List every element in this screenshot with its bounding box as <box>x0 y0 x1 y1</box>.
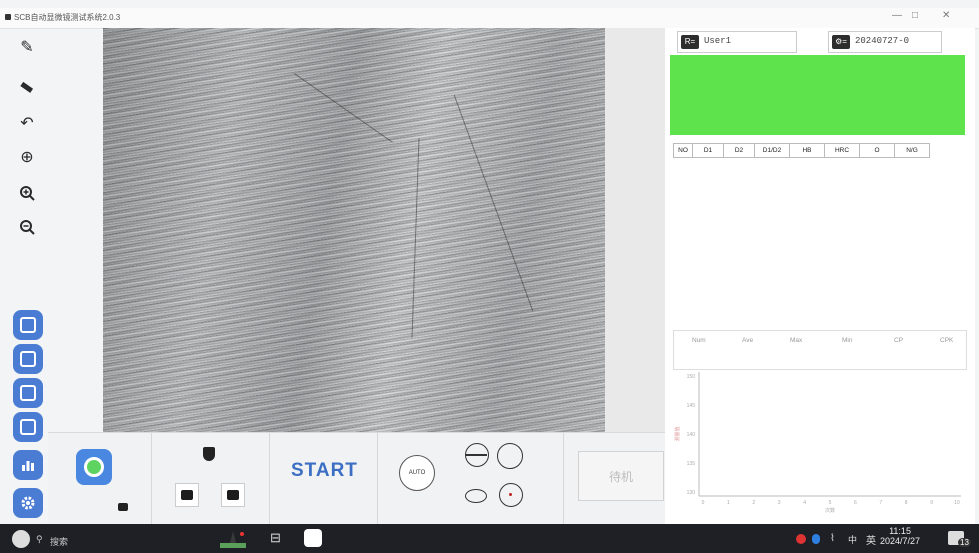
viewer-margin <box>605 28 665 432</box>
clock[interactable]: 11:15 2024/7/27 <box>880 526 920 546</box>
ime-indicator[interactable]: 英 <box>866 532 876 547</box>
capture-button[interactable] <box>76 449 112 485</box>
volume-icon[interactable]: 中 <box>848 533 857 546</box>
objective-low-button[interactable] <box>175 483 199 507</box>
objective-lens-icon <box>203 447 215 461</box>
hardness-trend-chart: 150 145 140 135 130 0 1 2 3 4 5 6 7 8 9 10 测量值次数 <box>674 372 961 514</box>
settings-id-icon: ⚙= <box>832 35 850 49</box>
col-hrc: HRC <box>824 143 860 158</box>
x-tick-label: 1 <box>727 500 730 506</box>
save-button[interactable] <box>13 378 43 408</box>
objective-section <box>151 433 270 525</box>
app-taskbar-icon[interactable] <box>304 529 322 547</box>
tray-app-icon[interactable] <box>796 534 806 544</box>
results-panel: R= User1 ⚙= 20240727-0 NO D1 D2 D1/D2 HB… <box>665 28 975 524</box>
taskbar-widget-icon[interactable] <box>218 529 248 549</box>
date-code: 20240727-0 <box>855 36 910 46</box>
app-screen: SCB自动显微镜测试系统2.0.3 — □ ✕ ✎ ↶ ⊕ START AUTO… <box>0 0 979 553</box>
window-layout-button[interactable] <box>13 310 43 340</box>
col-ng: N/G <box>894 143 930 158</box>
export-button[interactable] <box>13 412 43 442</box>
x-tick-label: 5 <box>829 500 832 506</box>
x-tick-label: 6 <box>854 500 857 506</box>
col-d2: D2 <box>723 143 755 158</box>
statistics-button[interactable] <box>13 450 43 480</box>
x-tick-label: 8 <box>905 500 908 506</box>
left-toolbar: ✎ ↶ ⊕ <box>8 30 48 530</box>
x-tick-label: 2 <box>752 500 755 506</box>
x-tick-label: 3 <box>778 500 781 506</box>
bluetooth-icon[interactable] <box>812 534 820 544</box>
x-tick-label: 7 <box>879 500 882 506</box>
clock-time: 11:15 <box>889 526 911 536</box>
search-icon[interactable]: ⚲ <box>36 534 43 545</box>
minimize-icon[interactable]: — <box>892 10 902 21</box>
circle-mode-2-icon[interactable] <box>497 443 523 469</box>
capture-section <box>48 433 152 525</box>
statistics-row: Num Ave Max Min CP CPK <box>673 330 967 370</box>
y-tick-label: 150 <box>687 374 696 380</box>
crosshair-icon[interactable]: ⊕ <box>14 144 40 170</box>
standby-status: 待机 <box>578 451 664 501</box>
maximize-icon[interactable]: □ <box>912 10 918 21</box>
x-tick-label: 0 <box>702 500 705 506</box>
stat-min: Min <box>842 337 853 344</box>
col-hb: HB <box>789 143 825 158</box>
notification-badge: 13 <box>958 538 971 547</box>
x-tick-label: 10 <box>954 500 960 506</box>
task-view-icon[interactable]: ⊟ <box>270 530 290 550</box>
zoom-in-icon[interactable] <box>14 180 40 206</box>
zoom-out-icon[interactable] <box>14 214 40 240</box>
window-title: SCB自动显微镜测试系统2.0.3 <box>14 13 121 22</box>
result-indicator <box>670 55 965 135</box>
date-code-field[interactable]: ⚙= 20240727-0 <box>828 31 942 53</box>
y-axis-label: 测量值 <box>674 426 681 441</box>
control-panel: START AUTO 待机 <box>48 432 665 525</box>
stat-max: Max <box>790 337 803 344</box>
stat-ave: Ave <box>742 337 754 344</box>
y-tick-label: 140 <box>687 432 696 438</box>
clock-date: 2024/7/27 <box>880 536 921 546</box>
x-tick-label: 9 <box>930 500 933 506</box>
col-d1: D1 <box>692 143 724 158</box>
user-field[interactable]: R= User1 <box>677 31 797 53</box>
x-axis-label: 次数 <box>825 507 835 514</box>
close-icon[interactable]: ✕ <box>942 10 950 21</box>
col-no: NO <box>673 143 693 158</box>
y-tick-label: 145 <box>687 403 696 409</box>
start-button[interactable]: START <box>285 459 364 483</box>
objective-high-button[interactable] <box>221 483 245 507</box>
measure-table-header: NO D1 D2 D1/D2 HB HRC O N/G <box>673 143 930 158</box>
app-logo-icon <box>5 14 11 20</box>
start-icon[interactable] <box>12 530 30 548</box>
image-file-button[interactable] <box>13 344 43 374</box>
center-point-mode-icon[interactable] <box>499 483 523 507</box>
undo-icon[interactable]: ↶ <box>14 110 40 136</box>
ellipse-mode-icon[interactable] <box>465 489 487 503</box>
y-tick-label: 135 <box>687 461 696 467</box>
pencil-icon[interactable]: ✎ <box>14 34 40 60</box>
stat-num: Num <box>692 337 706 344</box>
taskbar: ⚲ 搜索 ⊟ ⌇ 中 英 11:15 2024/7/27 13 <box>0 524 979 553</box>
settings-button[interactable] <box>13 488 43 518</box>
stat-cp: CP <box>894 337 904 344</box>
eraser-icon[interactable] <box>14 74 40 100</box>
x-tick-label: 4 <box>803 500 806 506</box>
circle-mode-1-icon[interactable] <box>465 443 489 467</box>
user-icon: R= <box>681 35 699 49</box>
stat-cpk: CPK <box>940 337 954 344</box>
microscope-image-view[interactable] <box>103 28 605 432</box>
camera-icon[interactable] <box>118 503 128 511</box>
status-section: 待机 <box>563 433 665 525</box>
col-d1-d2: D1/D2 <box>754 143 790 158</box>
network-icon[interactable]: ⌇ <box>830 533 835 544</box>
col-o: O <box>859 143 895 158</box>
auto-measure-button[interactable]: AUTO <box>399 455 435 491</box>
start-section: START <box>269 433 378 525</box>
taskbar-search[interactable]: 搜索 <box>50 535 68 548</box>
y-tick-label: 130 <box>687 490 696 496</box>
user-name: User1 <box>704 36 732 46</box>
measure-mode-section: AUTO <box>377 433 564 525</box>
title-bar: SCB自动显微镜测试系统2.0.3 — □ ✕ <box>0 8 979 29</box>
